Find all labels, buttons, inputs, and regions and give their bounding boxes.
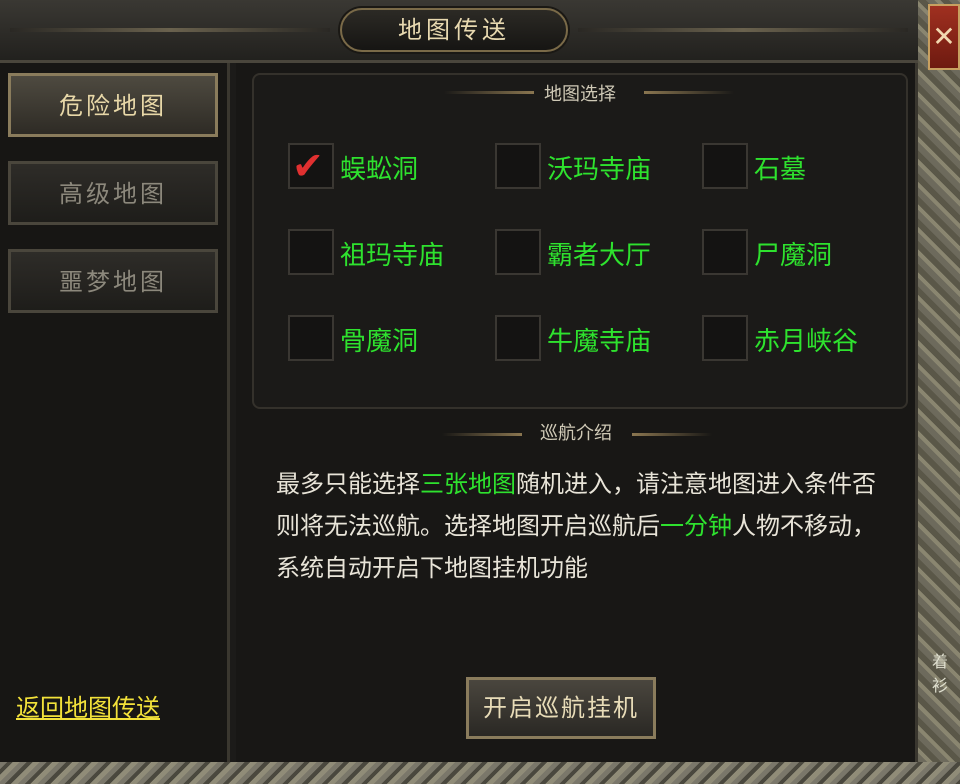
ornament-left [444, 91, 534, 94]
title-bar: 地图传送 [0, 0, 918, 63]
checkbox[interactable] [702, 229, 748, 275]
map-label: 牛魔寺庙 [547, 327, 652, 357]
title-ornament-right [578, 28, 908, 32]
main-content: 地图选择 ✔ 蜈蚣洞 沃玛寺庙 石墓 祖玛寺庙 霸者大厅 尸魔洞 骨魔洞 牛魔寺… [236, 63, 915, 762]
map-option-8[interactable]: 牛魔寺庙 [495, 315, 675, 363]
map-option-1[interactable]: ✔ 蜈蚣洞 [288, 143, 468, 191]
intro-text: 最多只能选择三张地图随机进入，请注意地图进入条件否则将无法巡航。选择地图开启巡航… [276, 463, 886, 589]
map-label: 沃玛寺庙 [547, 155, 652, 185]
checkbox[interactable] [702, 315, 748, 361]
map-label: 赤月峡谷 [754, 327, 859, 357]
checkbox[interactable] [495, 143, 541, 189]
map-label: 尸魔洞 [754, 241, 833, 271]
start-cruise-button[interactable]: 开启巡航挂机 [466, 677, 656, 739]
map-label: 蜈蚣洞 [340, 155, 419, 185]
tab-danger-maps[interactable]: 危险地图 [8, 73, 218, 137]
intro-highlight: 一分钟 [660, 512, 732, 540]
map-option-7[interactable]: 骨魔洞 [288, 315, 468, 363]
checkbox[interactable] [702, 143, 748, 189]
checkbox[interactable] [495, 315, 541, 361]
intro-text-part: 最多只能选择 [276, 470, 420, 498]
back-to-teleport-link[interactable]: 返回地图传送 [16, 688, 160, 723]
window-title: 地图传送 [398, 16, 510, 44]
title-plate: 地图传送 [340, 8, 568, 52]
map-option-2[interactable]: 沃玛寺庙 [495, 143, 675, 191]
background-text: 着衫 [932, 652, 949, 695]
map-label: 霸者大厅 [547, 241, 652, 271]
intro-highlight: 三张地图 [420, 470, 516, 498]
sidebar: 危险地图 高级地图 噩梦地图 返回地图传送 [0, 63, 230, 762]
ornament-right [644, 91, 734, 94]
map-teleport-window: 地图传送 危险地图 高级地图 噩梦地图 返回地图传送 地图选择 ✔ 蜈蚣洞 沃玛… [0, 0, 918, 762]
tab-nightmare-maps[interactable]: 噩梦地图 [8, 249, 218, 313]
checkmark-icon: ✔ [292, 144, 324, 188]
checkbox[interactable] [288, 315, 334, 361]
intro-title: 巡航介绍 [540, 423, 612, 444]
ornament-left [442, 433, 522, 436]
game-world-background-bottom [0, 762, 960, 784]
map-select-title: 地图选择 [544, 84, 616, 105]
map-label: 骨魔洞 [340, 327, 419, 357]
checkbox[interactable] [495, 229, 541, 275]
tab-advanced-maps[interactable]: 高级地图 [8, 161, 218, 225]
map-option-5[interactable]: 霸者大厅 [495, 229, 675, 277]
map-option-6[interactable]: 尸魔洞 [702, 229, 882, 277]
checkbox[interactable]: ✔ [288, 143, 334, 189]
map-option-3[interactable]: 石墓 [702, 143, 882, 191]
close-button[interactable]: ✕ [928, 4, 960, 70]
title-ornament-left [10, 28, 330, 32]
map-option-9[interactable]: 赤月峡谷 [702, 315, 882, 363]
ornament-right [632, 433, 712, 436]
map-option-4[interactable]: 祖玛寺庙 [288, 229, 468, 277]
checkbox[interactable] [288, 229, 334, 275]
map-select-panel: 地图选择 ✔ 蜈蚣洞 沃玛寺庙 石墓 祖玛寺庙 霸者大厅 尸魔洞 骨魔洞 牛魔寺… [252, 73, 908, 409]
map-label: 石墓 [754, 155, 807, 185]
map-label: 祖玛寺庙 [340, 241, 445, 271]
